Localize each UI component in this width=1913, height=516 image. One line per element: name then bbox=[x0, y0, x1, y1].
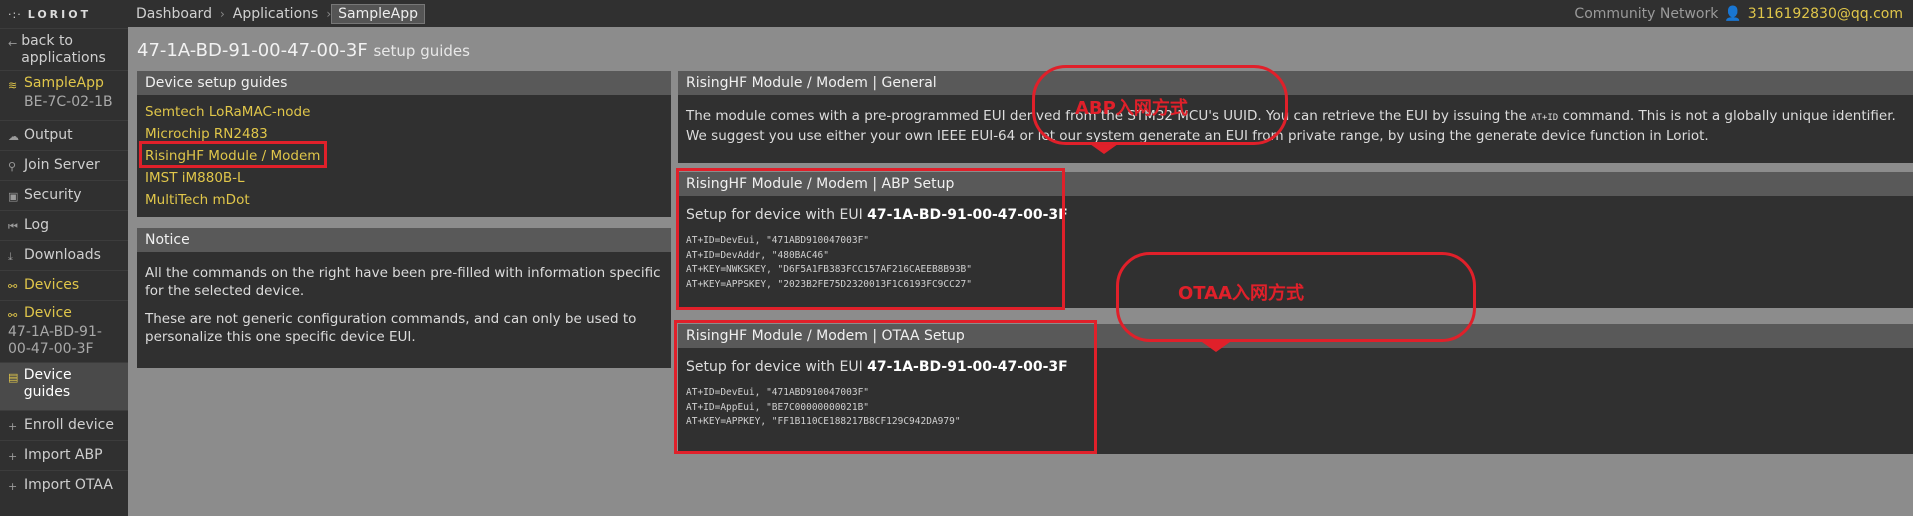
notice-text: These are not generic configuration comm… bbox=[145, 311, 637, 345]
sidebar-item-downloads[interactable]: ⤓ Downloads bbox=[0, 240, 128, 270]
sidebar-item-app[interactable]: ≋ SampleApp BE-7C-02-1B bbox=[0, 70, 128, 120]
device-icon: ⚯ bbox=[8, 309, 18, 322]
cloud-icon: ☁ bbox=[8, 130, 19, 143]
panel-title: Notice bbox=[137, 228, 671, 252]
abp-callout-tail bbox=[1090, 144, 1118, 154]
highlight-otaa-panel bbox=[674, 320, 1097, 454]
sidebar-item-label: Output bbox=[24, 127, 73, 143]
sidebar-item-label: Log bbox=[24, 217, 50, 233]
top-right-info: Community Network 👤 3116192830@qq.com bbox=[1574, 6, 1913, 22]
network-label: Community Network bbox=[1574, 5, 1719, 22]
server-icon: ⚲ bbox=[8, 160, 17, 173]
sidebar-item-log[interactable]: ⏮ Log bbox=[0, 210, 128, 240]
page-title-eui: 47-1A-BD-91-00-47-00-3F bbox=[137, 40, 368, 61]
sidebar-item-label: Device guides bbox=[23, 367, 72, 400]
sidebar: ·:· LORIOT ← back to applications ≋ Samp… bbox=[0, 0, 128, 516]
guide-link-multitech[interactable]: MultiTech mDot bbox=[145, 189, 663, 211]
sidebar-item-join-server[interactable]: ⚲ Join Server bbox=[0, 150, 128, 180]
general-text: The module comes with a pre-programmed E… bbox=[678, 95, 1913, 153]
logo-icon: ·:· bbox=[8, 7, 22, 21]
abp-callout-label: ABP入网方式 bbox=[1075, 98, 1188, 119]
notice-text: All the commands on the right have been … bbox=[145, 265, 661, 299]
plus-icon: + bbox=[8, 420, 18, 433]
page-title: 47-1A-BD-91-00-47-00-3F setup guides bbox=[137, 40, 470, 61]
notice-panel: Notice All the commands on the right hav… bbox=[137, 228, 671, 368]
sidebar-item-label: Import ABP bbox=[24, 447, 103, 463]
log-icon: ⏮ bbox=[8, 220, 18, 233]
back-to-applications-link[interactable]: ← back to applications bbox=[0, 28, 128, 70]
at-id-code: AT+ID bbox=[1531, 113, 1559, 123]
app-name: SampleApp bbox=[24, 75, 104, 91]
logo-text: LORIOT bbox=[27, 7, 92, 21]
download-icon: ⤓ bbox=[8, 250, 13, 263]
top-bar: Dashboard › Applications › SampleApp Com… bbox=[128, 0, 1913, 27]
sidebar-item-label: Downloads bbox=[24, 247, 101, 263]
breadcrumb-dashboard[interactable]: Dashboard bbox=[128, 6, 220, 22]
plus-icon: + bbox=[8, 450, 18, 463]
sidebar-item-import-abp[interactable]: + Import ABP bbox=[0, 440, 128, 470]
sidebar-item-label: Join Server bbox=[24, 157, 100, 173]
loriot-logo[interactable]: ·:· LORIOT bbox=[0, 0, 128, 28]
sidebar-item-device[interactable]: ⚯ Device 47-1A-BD-91-00-47-00-3F bbox=[0, 300, 128, 362]
highlight-risinghf-link bbox=[139, 141, 327, 168]
plus-icon: + bbox=[8, 480, 18, 493]
sidebar-item-devices[interactable]: ⚯ Devices bbox=[0, 270, 128, 300]
lock-icon: ▣ bbox=[8, 190, 19, 203]
back-label: back to applications bbox=[21, 33, 106, 66]
device-label: Device bbox=[24, 305, 72, 321]
wifi-icon: ≋ bbox=[8, 79, 18, 92]
otaa-callout-tail bbox=[1202, 342, 1230, 352]
devices-icon: ⚯ bbox=[8, 280, 18, 293]
device-eui: 47-1A-BD-91-00-47-00-3F bbox=[8, 324, 102, 357]
sidebar-item-device-guides[interactable]: ▤ Device guides bbox=[0, 362, 128, 410]
user-icon: 👤 bbox=[1724, 5, 1742, 22]
breadcrumb-applications[interactable]: Applications bbox=[225, 6, 327, 22]
sidebar-item-security[interactable]: ▣ Security bbox=[0, 180, 128, 210]
panel-title: Device setup guides bbox=[137, 71, 671, 95]
user-account-link[interactable]: 3116192830@qq.com bbox=[1748, 6, 1903, 22]
book-icon: ▤ bbox=[8, 371, 19, 384]
sidebar-item-import-otaa[interactable]: + Import OTAA bbox=[0, 470, 128, 500]
sidebar-item-output[interactable]: ☁ Output bbox=[0, 120, 128, 150]
highlight-abp-panel bbox=[676, 168, 1065, 310]
sidebar-item-enroll-device[interactable]: + Enroll device bbox=[0, 410, 128, 440]
breadcrumb-sampleapp[interactable]: SampleApp bbox=[331, 3, 425, 24]
arrow-left-icon: ← bbox=[8, 37, 18, 50]
sidebar-item-label: Devices bbox=[24, 277, 80, 293]
otaa-callout-label: OTAA入网方式 bbox=[1178, 283, 1305, 304]
app-id: BE-7C-02-1B bbox=[24, 94, 113, 110]
risinghf-general-panel: RisingHF Module / Modem | General The mo… bbox=[678, 71, 1913, 163]
page-title-suffix: setup guides bbox=[373, 42, 470, 60]
sidebar-item-label: Import OTAA bbox=[24, 477, 113, 493]
panel-title: RisingHF Module / Modem | General bbox=[678, 71, 1913, 95]
guide-link-semtech[interactable]: Semtech LoRaMAC-node bbox=[145, 101, 663, 123]
sidebar-item-label: Enroll device bbox=[24, 417, 114, 433]
sidebar-item-label: Security bbox=[24, 187, 82, 203]
guide-link-imst[interactable]: IMST iM880B-L bbox=[145, 167, 663, 189]
